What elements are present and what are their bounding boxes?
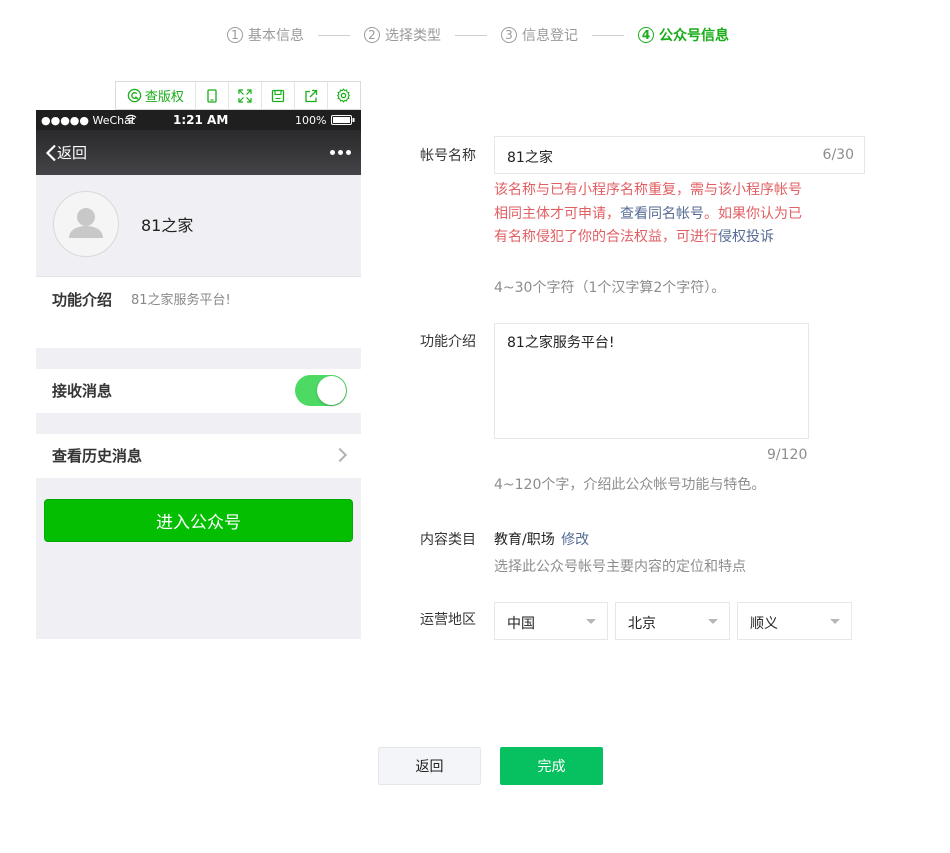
fullscreen-button[interactable] (229, 82, 262, 109)
infringement-complaint-link[interactable]: 侵权投诉 (718, 229, 774, 245)
receive-messages-cell: 接收消息 (36, 369, 361, 413)
phone-preview-button[interactable] (196, 82, 229, 109)
battery-icon (331, 115, 355, 128)
step-label: 选择类型 (385, 28, 441, 44)
category-value-row: 教育/职场 修改 (494, 529, 589, 549)
account-profile: 81之家 (36, 175, 361, 277)
phone-back-button[interactable]: 返回 (45, 142, 87, 163)
view-same-name-link[interactable]: 查看同名帐号 (620, 206, 704, 222)
phone-preview: ●●●●● WeChat 1:21 AM 100% 返回 81之家 功能介绍 8… (36, 110, 361, 639)
intro-textarea[interactable]: 81之家服务平台! (494, 323, 809, 439)
dropdown-arrow-icon (586, 619, 596, 624)
step-divider (455, 34, 487, 36)
step-number: 3 (501, 27, 517, 43)
clock-label: 1:21 AM (173, 113, 229, 127)
default-avatar-icon (54, 208, 118, 256)
step-number: 2 (364, 27, 380, 43)
fullscreen-icon (238, 88, 252, 103)
account-name-label: 帐号名称 (420, 148, 476, 164)
intro-tip: 4~120个字，介绍此公众帐号功能与特色。 (494, 477, 766, 493)
battery-label: 100% (295, 114, 327, 127)
receive-messages-toggle[interactable] (295, 375, 347, 406)
settings-button[interactable] (328, 82, 360, 109)
region-label: 运营地区 (420, 612, 476, 628)
district-select[interactable]: 顺义 (737, 602, 852, 640)
category-value: 教育/职场 (494, 532, 555, 548)
step-registration: 3 信息登记 (501, 25, 578, 45)
country-select[interactable]: 中国 (494, 602, 608, 640)
step-label: 信息登记 (522, 28, 578, 44)
account-name: 81之家 (141, 216, 194, 235)
category-label: 内容类目 (420, 532, 476, 548)
category-edit-link[interactable]: 修改 (561, 532, 589, 548)
carrier-label: ●●●●● WeChat (41, 114, 136, 127)
intro-form-label: 功能介绍 (420, 334, 476, 350)
share-icon (304, 89, 318, 103)
intro-label: 功能介绍 (52, 291, 113, 309)
intro-value: 81之家服务平台! (131, 293, 231, 308)
copyright-label: 查版权 (144, 90, 184, 105)
dropdown-arrow-icon (708, 619, 718, 624)
name-error-message: 该名称与已有小程序名称重复，需与该小程序帐号相同主体才可申请，查看同名帐号。如果… (494, 179, 814, 250)
country-value: 中国 (507, 616, 535, 632)
step-divider (592, 34, 624, 36)
more-icon[interactable] (330, 150, 351, 155)
receive-messages-label: 接收消息 (52, 382, 113, 400)
chevron-left-icon (45, 144, 57, 162)
intro-textarea-value: 81之家服务平台! (507, 335, 615, 351)
step-basic-info: 1 基本信息 (227, 25, 304, 45)
phone-nav-bar: 返回 (36, 130, 361, 175)
wifi-icon (125, 114, 137, 127)
progress-stepper: 1 基本信息 2 选择类型 3 信息登记 4 公众号信息 (227, 22, 729, 48)
avatar (53, 191, 119, 257)
province-value: 北京 (628, 616, 656, 632)
intro-cell: 功能介绍 81之家服务平台! (36, 277, 361, 348)
back-button[interactable]: 返回 (378, 747, 481, 785)
step-select-type: 2 选择类型 (364, 25, 441, 45)
step-number: 4 (638, 27, 654, 43)
account-name-tip: 4~30个字符（1个汉字算2个字符）。 (494, 280, 726, 296)
save-icon (271, 89, 285, 103)
district-value: 顺义 (750, 616, 778, 632)
account-name-input[interactable]: 81之家 6/30 (494, 136, 865, 174)
settings-icon (336, 88, 351, 103)
preview-toolbar: 查版权 (115, 81, 361, 110)
share-button[interactable] (295, 82, 328, 109)
account-name-value: 81之家 (507, 150, 553, 166)
step-divider (318, 34, 350, 36)
step-account-info: 4 公众号信息 (638, 25, 729, 45)
intro-counter: 9/120 (767, 447, 808, 463)
phone-status-bar: ●●●●● WeChat 1:21 AM 100% (36, 110, 361, 130)
category-tip: 选择此公众号帐号主要内容的定位和特点 (494, 559, 746, 575)
phone-preview-icon (205, 88, 219, 103)
account-name-counter: 6/30 (822, 147, 854, 163)
phone-back-label: 返回 (57, 144, 88, 162)
dropdown-arrow-icon (830, 619, 840, 624)
done-button[interactable]: 完成 (500, 747, 603, 785)
history-messages-cell[interactable]: 查看历史消息 (36, 434, 361, 478)
enter-account-button[interactable]: 进入公众号 (44, 499, 353, 542)
chevron-right-icon (332, 447, 348, 463)
history-messages-label: 查看历史消息 (52, 447, 143, 465)
step-label: 公众号信息 (659, 28, 729, 44)
copyright-icon (127, 88, 142, 103)
save-button[interactable] (262, 82, 295, 109)
province-select[interactable]: 北京 (615, 602, 730, 640)
copyright-check-button[interactable]: 查版权 (116, 82, 196, 109)
step-number: 1 (227, 27, 243, 43)
step-label: 基本信息 (248, 28, 304, 44)
